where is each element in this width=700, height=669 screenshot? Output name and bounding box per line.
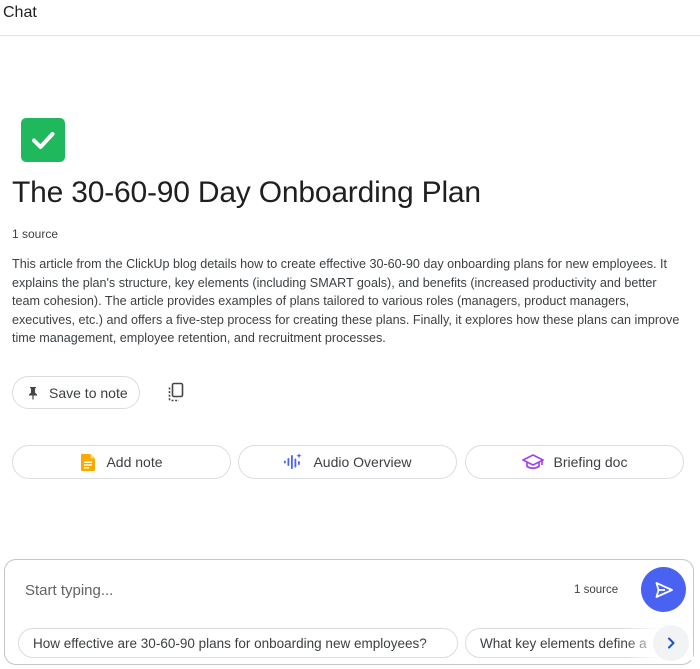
- check-mark-icon: [32, 132, 55, 149]
- note-icon: [81, 453, 96, 471]
- composer-source-count: 1 source: [574, 584, 619, 596]
- send-icon: [655, 581, 673, 598]
- send-button[interactable]: [641, 567, 686, 612]
- audio-overview-label: Audio Overview: [313, 454, 412, 470]
- add-note-label: Add note: [106, 454, 163, 470]
- pin-icon: [29, 386, 37, 399]
- save-to-note-label: Save to note: [49, 384, 128, 401]
- chat-header: Chat: [0, 0, 700, 36]
- chat-input[interactable]: [25, 578, 545, 602]
- save-to-note-button[interactable]: Save to note: [12, 376, 140, 409]
- notebook-summary: This article from the ClickUp blog detai…: [12, 257, 680, 346]
- chevron-right-icon: [668, 637, 675, 649]
- notebook-title: The 30-60-90 Day Onboarding Plan: [12, 176, 481, 209]
- suggested-question[interactable]: How effective are 30-60-90 plans for onb…: [18, 628, 458, 658]
- chat-composer: 1 source How effective are 30-60-90 plan…: [4, 559, 694, 665]
- copy-summary-button[interactable]: [163, 379, 189, 405]
- next-suggestions-button[interactable]: [653, 625, 689, 661]
- briefing-doc-button[interactable]: Briefing doc: [465, 445, 684, 479]
- audio-overview-button[interactable]: Audio Overview: [238, 445, 457, 479]
- copy-icon: [168, 382, 184, 402]
- graduation-cap-icon: [521, 454, 544, 470]
- briefing-doc-label: Briefing doc: [553, 454, 628, 470]
- notebook-emoji: [21, 118, 65, 162]
- chat-title: Chat: [3, 4, 37, 21]
- add-note-button[interactable]: Add note: [12, 445, 231, 479]
- audio-wave-icon: [284, 453, 303, 469]
- source-count: 1 source: [12, 227, 59, 241]
